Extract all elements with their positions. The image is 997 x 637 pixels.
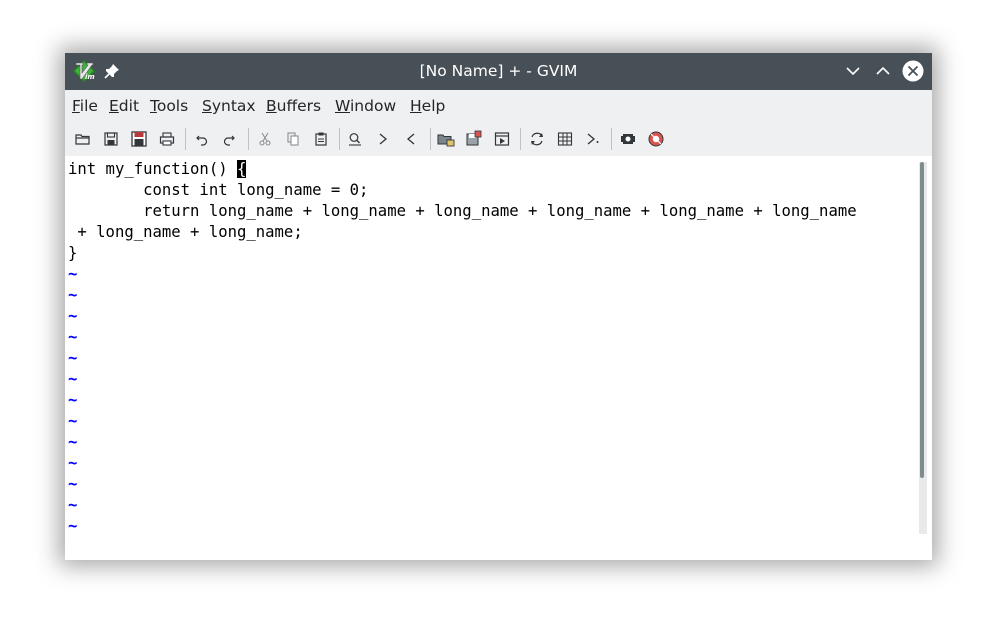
code-line[interactable]: }: [68, 243, 77, 264]
find-help-icon[interactable]: [645, 128, 667, 150]
paste-icon[interactable]: [310, 128, 332, 150]
empty-line-marker: ~: [68, 517, 78, 535]
save-icon[interactable]: [100, 128, 122, 150]
help-icon[interactable]: [617, 128, 639, 150]
empty-line-marker: ~: [68, 475, 78, 493]
empty-line-marker: ~: [68, 454, 78, 472]
copy-icon[interactable]: [282, 128, 304, 150]
undo-icon[interactable]: [191, 128, 213, 150]
make-icon[interactable]: [526, 128, 548, 150]
empty-line-marker: ~: [68, 328, 78, 346]
find-previous-icon[interactable]: [400, 128, 422, 150]
toolbar-separator: [430, 128, 431, 150]
close-button[interactable]: [902, 60, 924, 82]
redo-icon[interactable]: [218, 128, 240, 150]
print-icon[interactable]: [156, 128, 178, 150]
toolbar-separator: [248, 128, 249, 150]
gvim-window: im [No Name] + - GVIM File Edit Tools Sy…: [65, 53, 932, 560]
minimize-button[interactable]: [842, 60, 864, 82]
empty-line-marker: ~: [68, 265, 78, 283]
save-session-icon[interactable]: [463, 128, 485, 150]
find-replace-icon[interactable]: [344, 128, 366, 150]
toolbar-separator: [520, 128, 521, 150]
toolbar-separator: [339, 128, 340, 150]
code-line[interactable]: int my_function() {: [68, 159, 247, 180]
code-line[interactable]: const int long_name = 0;: [68, 180, 368, 201]
scrollbar-thumb[interactable]: [920, 162, 924, 478]
empty-line-marker: ~: [68, 349, 78, 367]
save-all-icon[interactable]: [128, 128, 150, 150]
code-line[interactable]: return long_name + long_name + long_name…: [68, 201, 857, 222]
toolbar-separator: [185, 128, 186, 150]
editor-area[interactable]: int my_function() { const int long_name …: [65, 156, 932, 560]
menu-bar: File Edit Tools Syntax Buffers Window He…: [65, 90, 932, 122]
code-line[interactable]: + long_name + long_name;: [68, 222, 302, 243]
jump-to-tag-icon[interactable]: [582, 128, 604, 150]
load-session-icon[interactable]: [435, 128, 457, 150]
find-next-icon[interactable]: [372, 128, 394, 150]
empty-line-marker: ~: [68, 286, 78, 304]
empty-line-marker: ~: [68, 433, 78, 451]
toolbar: [65, 122, 932, 156]
cut-icon[interactable]: [254, 128, 276, 150]
open-folder-icon[interactable]: [72, 128, 94, 150]
menu-tools[interactable]: Tools: [150, 90, 188, 122]
menu-syntax[interactable]: Syntax: [202, 90, 256, 122]
window-title: [No Name] + - GVIM: [419, 62, 578, 80]
menu-edit[interactable]: Edit: [109, 90, 139, 122]
empty-line-marker: ~: [68, 307, 78, 325]
run-ctags-icon[interactable]: [554, 128, 576, 150]
maximize-button[interactable]: [872, 60, 894, 82]
title-bar[interactable]: im [No Name] + - GVIM: [65, 53, 932, 90]
menu-buffers[interactable]: Buffers: [266, 90, 321, 122]
menu-window[interactable]: Window: [335, 90, 396, 122]
text-cursor: {: [237, 160, 247, 178]
menu-file[interactable]: File: [72, 90, 98, 122]
run-script-icon[interactable]: [491, 128, 513, 150]
empty-line-marker: ~: [68, 391, 78, 409]
empty-line-marker: ~: [68, 496, 78, 514]
menu-help[interactable]: Help: [410, 90, 445, 122]
toolbar-separator: [611, 128, 612, 150]
empty-line-marker: ~: [68, 370, 78, 388]
empty-line-marker: ~: [68, 412, 78, 430]
